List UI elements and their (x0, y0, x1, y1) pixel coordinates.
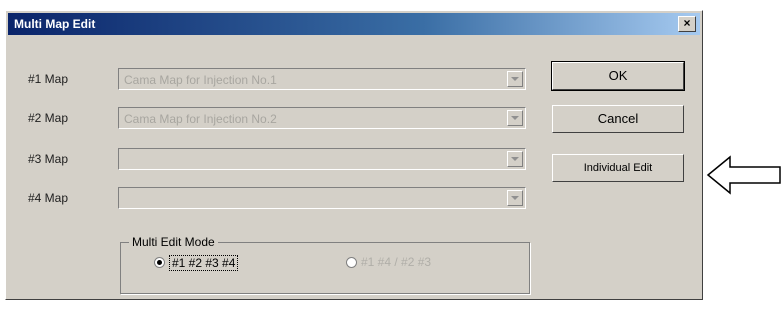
mode-radio-1[interactable] (154, 257, 165, 268)
mode-option-2-label[interactable]: #1 #4 / #2 #3 (361, 255, 431, 269)
map-4-select[interactable] (118, 187, 526, 209)
map-1-value: Cama Map for Injection No.1 (124, 73, 277, 87)
map-1-label: #1 Map (28, 72, 69, 86)
multi-map-edit-dialog: Multi Map Edit × #1 Map Cama Map for Inj… (5, 10, 703, 300)
multi-edit-mode-group: Multi Edit Mode #1 #2 #3 #4 #1 #4 / #2 #… (120, 235, 530, 294)
multi-edit-mode-label: Multi Edit Mode (129, 235, 218, 249)
chevron-down-icon[interactable] (507, 71, 523, 87)
left-arrow-icon (706, 155, 781, 195)
map-2-label: #2 Map (28, 111, 69, 125)
chevron-down-icon[interactable] (507, 190, 523, 206)
map-3-label: #3 Map (28, 152, 69, 166)
close-icon: × (683, 16, 691, 30)
map-1-select[interactable]: Cama Map for Injection No.1 (118, 68, 526, 90)
ok-button[interactable]: OK (551, 61, 685, 91)
window-title: Multi Map Edit (14, 17, 96, 31)
chevron-down-icon[interactable] (507, 151, 523, 167)
mode-radio-2[interactable] (346, 257, 357, 268)
close-button[interactable]: × (678, 16, 696, 32)
mode-option-1-label[interactable]: #1 #2 #3 #4 (169, 255, 239, 271)
map-3-select[interactable] (118, 148, 526, 170)
individual-edit-button[interactable]: Individual Edit (552, 154, 684, 182)
title-bar[interactable]: Multi Map Edit × (8, 13, 700, 35)
map-2-select[interactable]: Cama Map for Injection No.2 (118, 107, 526, 129)
map-4-label: #4 Map (28, 191, 69, 205)
chevron-down-icon[interactable] (507, 110, 523, 126)
cancel-button[interactable]: Cancel (552, 105, 684, 133)
map-2-value: Cama Map for Injection No.2 (124, 112, 277, 126)
